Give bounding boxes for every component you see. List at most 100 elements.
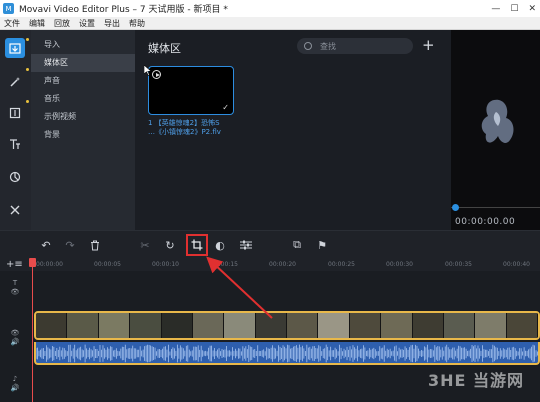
rotate-button[interactable]: ↻ — [162, 237, 178, 253]
search-placeholder: 查找 — [320, 41, 336, 51]
sliders-icon — [240, 240, 252, 250]
clip-frame — [67, 313, 99, 338]
notification-dot — [26, 38, 29, 41]
visibility-icon[interactable]: 👁 — [0, 329, 30, 338]
media-clip-caption: 1 【英雄惊魂2】恐怖S …《小镇惊魂2》P2.flv — [148, 119, 258, 137]
ruler-tick: 00:00:40 — [503, 261, 530, 268]
import-nav: 导入 媒体区 声音 音乐 示例视频 背景 — [31, 30, 135, 230]
clip-frame — [506, 313, 538, 338]
menu-edit[interactable]: 编辑 — [29, 18, 45, 29]
mouse-cursor-icon — [144, 65, 152, 76]
titles-icon[interactable] — [5, 134, 25, 154]
clip-frame — [224, 313, 256, 338]
add-media-button[interactable]: + — [422, 36, 435, 54]
video-clip[interactable] — [34, 311, 540, 340]
cut-button[interactable]: ✂ — [137, 237, 153, 253]
magic-wand-icon[interactable] — [5, 72, 25, 92]
ruler-tick: 00:00:00 — [36, 261, 63, 268]
ruler-tick: 00:00:10 — [152, 261, 179, 268]
nav-item-import[interactable]: 导入 — [31, 36, 135, 54]
preview-seek-handle[interactable] — [452, 204, 459, 211]
menu-settings[interactable]: 设置 — [79, 18, 95, 29]
title-bar: M Movavi Video Editor Plus – 7 天试用版 - 新项… — [0, 0, 540, 17]
trash-icon — [91, 240, 99, 250]
checkmark-icon: ✓ — [222, 103, 229, 112]
search-icon — [304, 42, 312, 50]
media-bin-title: 媒体区 — [148, 42, 181, 55]
menu-help[interactable]: 帮助 — [129, 18, 145, 29]
clip-frame — [36, 313, 68, 338]
menu-bar: 文件 编辑 回放 设置 导出 帮助 — [0, 17, 540, 30]
play-icon — [152, 70, 161, 79]
nav-item-media-bin[interactable]: 媒体区 — [31, 54, 135, 72]
playhead-line — [32, 266, 33, 402]
transitions-icon[interactable] — [5, 167, 25, 187]
add-track-button[interactable]: +≡ — [6, 259, 23, 270]
clip-frame — [349, 313, 382, 338]
close-button[interactable]: ✕ — [528, 4, 536, 14]
media-bin: 媒体区 查找 + ✓ 1 【英雄惊魂2】恐怖S …《小镇惊魂2》P2.flv — [135, 30, 451, 230]
search-input[interactable]: 查找 — [297, 38, 413, 54]
audio-waveform — [36, 344, 538, 363]
title-track-header: T 👁 — [0, 279, 30, 297]
clip-frame — [98, 313, 131, 338]
text-track-icon: T — [12, 279, 18, 287]
ruler-tick: 00:00:15 — [211, 261, 238, 268]
clip-frame — [318, 313, 350, 338]
notification-dot — [26, 68, 29, 71]
clip-caption-line1: 1 【英雄惊魂2】恐怖S — [148, 119, 220, 127]
editor-window: M Movavi Video Editor Plus – 7 天试用版 - 新项… — [0, 0, 540, 402]
nav-item-music[interactable]: 音乐 — [31, 90, 135, 108]
clip-caption-line2: …《小镇惊魂2》P2.flv — [148, 128, 221, 136]
ruler-tick: 00:00:05 — [94, 261, 121, 268]
menu-export[interactable]: 导出 — [104, 18, 120, 29]
nav-item-sound[interactable]: 声音 — [31, 72, 135, 90]
media-clip-thumbnail[interactable]: ✓ — [148, 66, 234, 115]
clip-frame — [287, 313, 319, 338]
preview-progress-track[interactable] — [451, 207, 540, 208]
marker-button[interactable]: ⚑ — [314, 237, 330, 253]
clip-frame — [255, 313, 287, 338]
video-track-header: 👁 🔊 — [0, 329, 30, 347]
picture-in-picture-button[interactable]: ⧉ — [289, 237, 305, 253]
clip-frame — [381, 313, 413, 338]
clip-frame — [161, 313, 193, 338]
app-icon: M — [3, 3, 14, 14]
delete-button[interactable] — [87, 237, 103, 253]
clip-properties-button[interactable] — [238, 237, 254, 253]
split-icon[interactable] — [5, 103, 25, 123]
timeline-toolbar: ↶ ↷ ✂ ↻ ◐ ⧉ ⚑ — [0, 230, 540, 258]
notification-dot — [26, 100, 29, 103]
minimize-button[interactable]: — — [491, 4, 500, 14]
import-icon[interactable] — [5, 38, 25, 58]
ruler-tick: 00:00:35 — [445, 261, 472, 268]
site-watermark: 3HE 当游网 — [428, 371, 525, 390]
color-adjust-button[interactable]: ◐ — [212, 237, 228, 253]
volume-icon[interactable]: 🔊 — [0, 384, 30, 393]
tools-icon[interactable] — [5, 200, 25, 220]
timeline-ruler[interactable]: +≡ 00:00:00 00:00:05 00:00:10 00:00:15 0… — [0, 258, 540, 271]
window-title: Movavi Video Editor Plus – 7 天试用版 - 新项目 … — [19, 5, 228, 15]
ruler-tick: 00:00:20 — [269, 261, 296, 268]
clip-frame — [130, 313, 162, 338]
redo-button[interactable]: ↷ — [62, 237, 78, 253]
visibility-icon[interactable]: 👁 — [0, 288, 30, 297]
ruler-tick: 00:00:25 — [328, 261, 355, 268]
maximize-button[interactable]: ☐ — [510, 4, 518, 14]
clip-frame — [475, 313, 507, 338]
nav-item-sample-videos[interactable]: 示例视频 — [31, 108, 135, 126]
undo-button[interactable]: ↶ — [38, 237, 54, 253]
ruler-tick: 00:00:30 — [386, 261, 413, 268]
preview-timecode: 00:00:00.00 — [455, 217, 516, 227]
nav-item-backgrounds[interactable]: 背景 — [31, 126, 135, 144]
menu-file[interactable]: 文件 — [4, 18, 20, 29]
tool-rail — [0, 30, 31, 230]
music-note-icon: ♪ — [12, 375, 18, 383]
clip-frame — [443, 313, 476, 338]
window-controls: — ☐ ✕ — [491, 0, 536, 17]
menu-playback[interactable]: 回放 — [54, 18, 70, 29]
music-track-header: ♪ 🔊 — [0, 375, 30, 393]
clip-frame — [192, 313, 225, 338]
volume-icon[interactable]: 🔊 — [0, 338, 30, 347]
audio-clip[interactable] — [34, 342, 540, 365]
